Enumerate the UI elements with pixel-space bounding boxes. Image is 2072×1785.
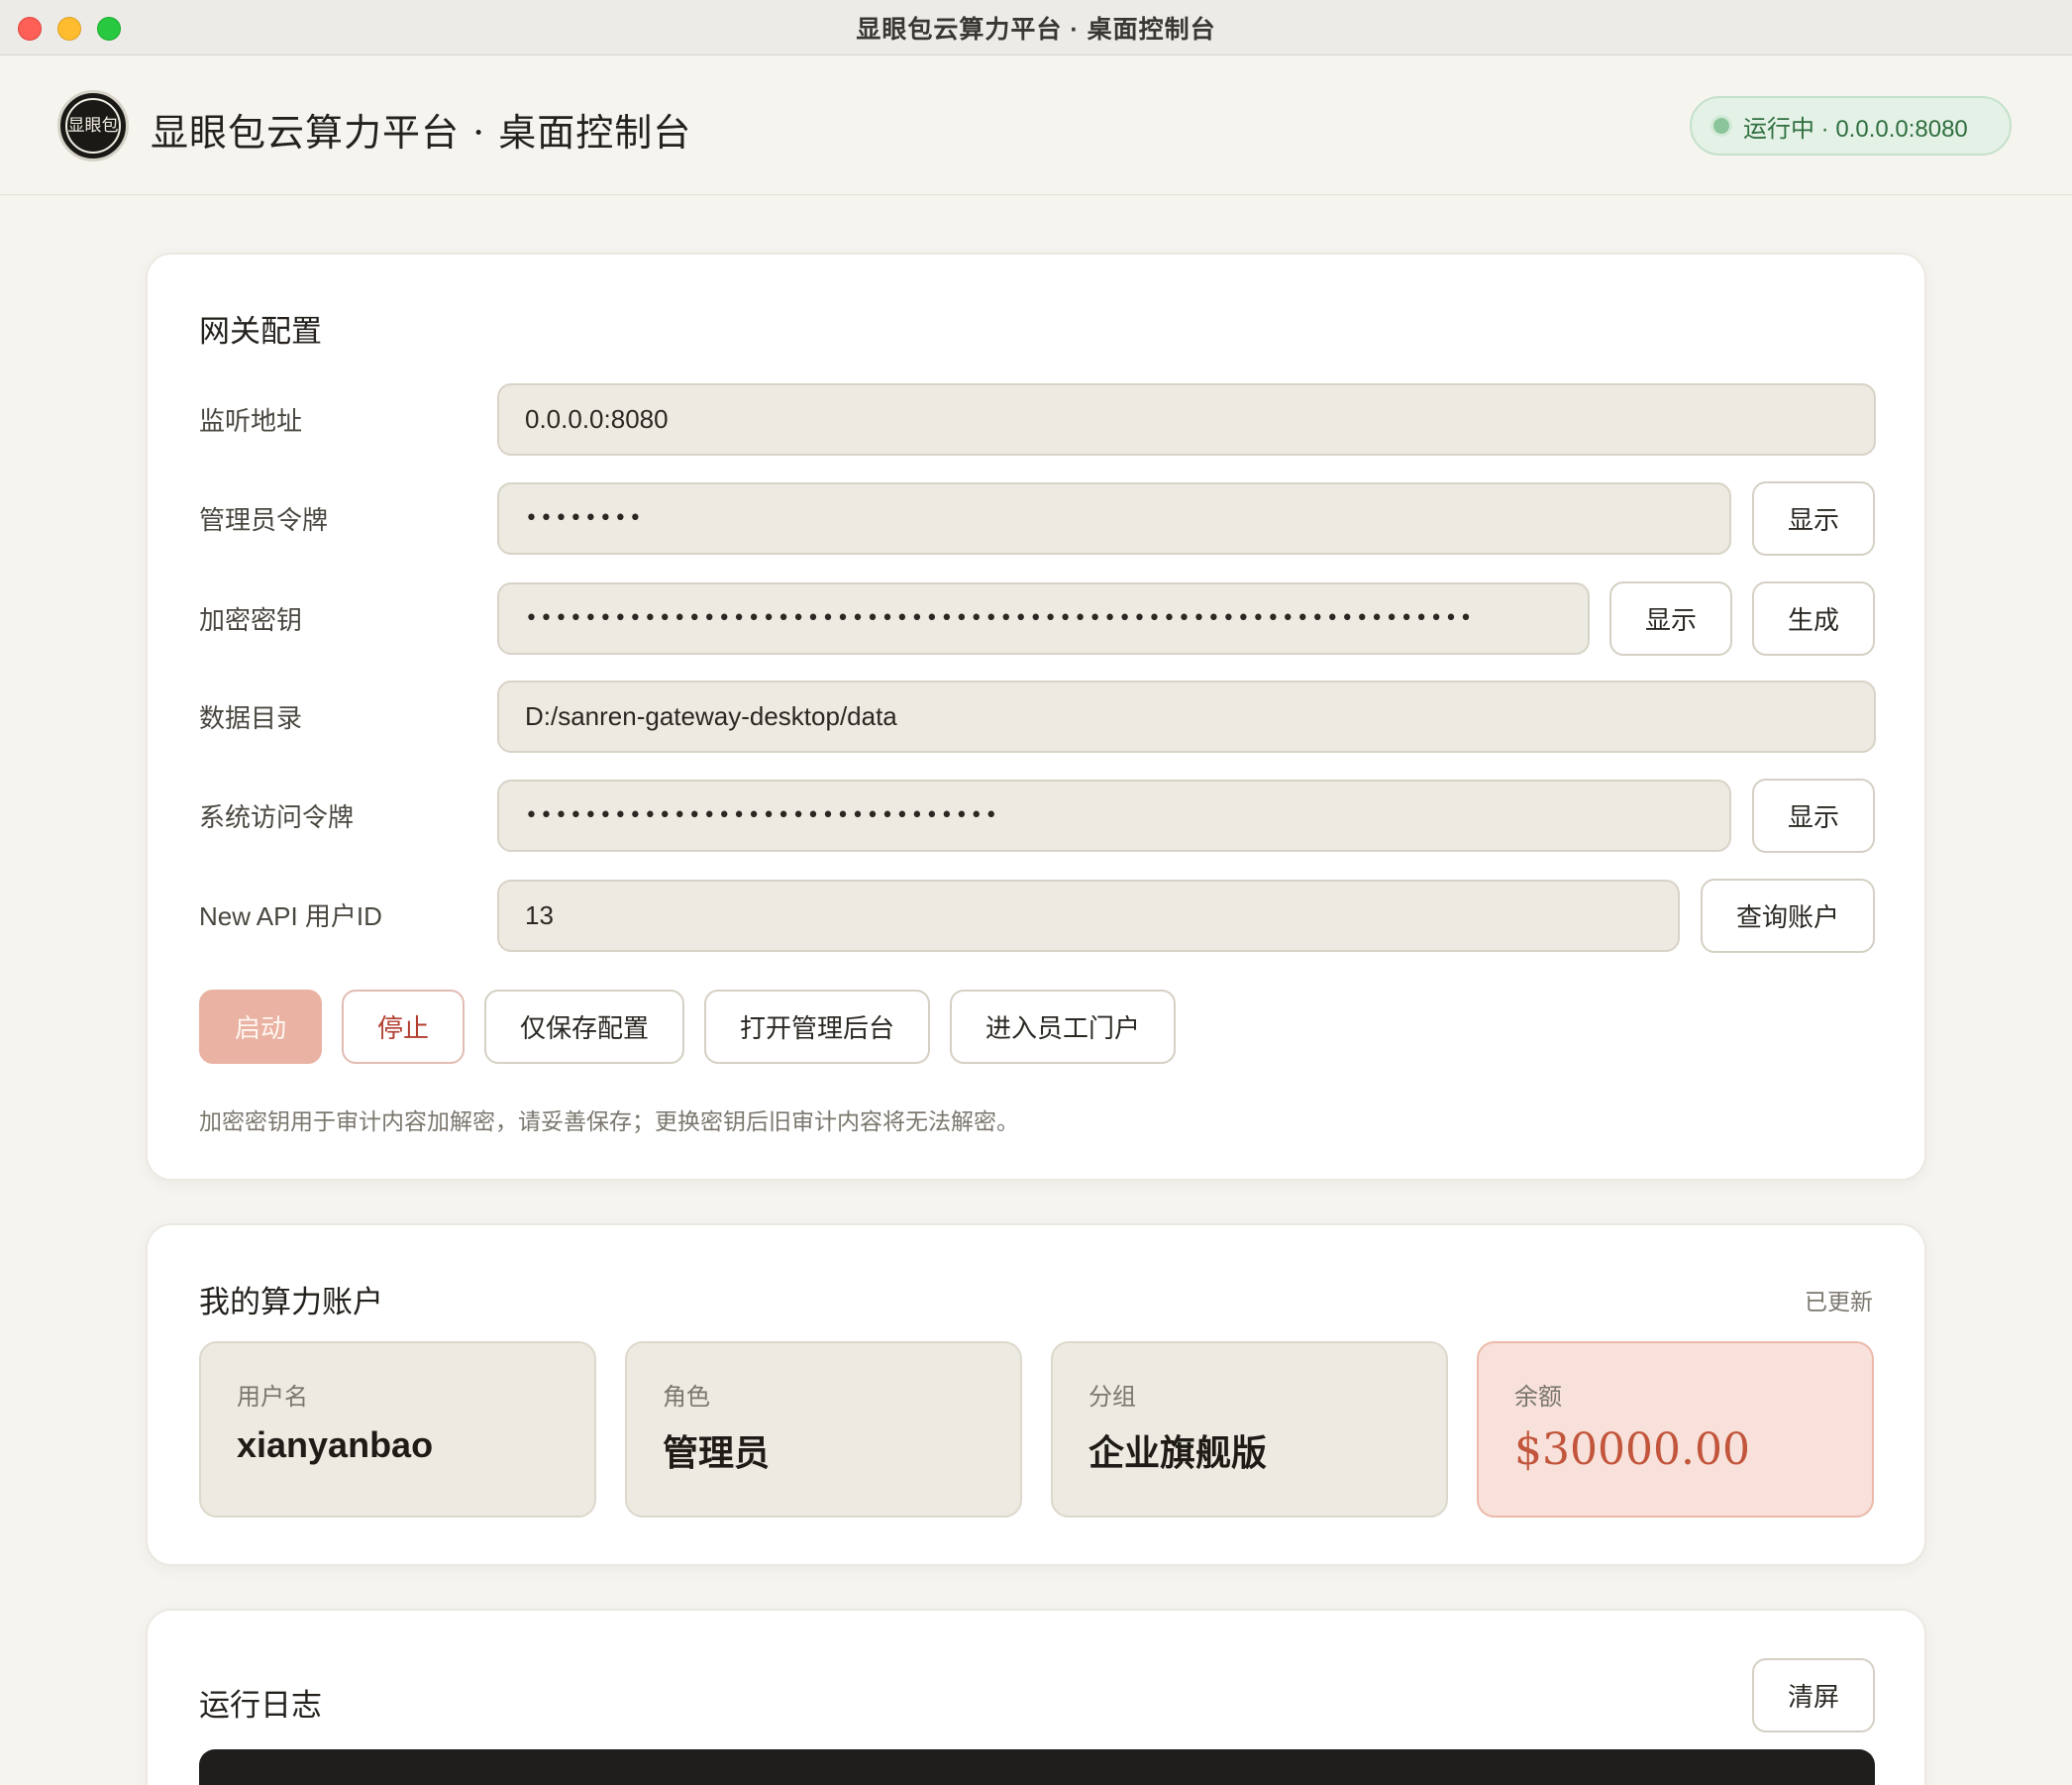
balance-value: $30000.00 — [1514, 1424, 1750, 1475]
group-value: 企业旗舰版 — [1088, 1432, 1268, 1473]
status-dot-icon — [1713, 118, 1729, 134]
user-id-input[interactable]: 13 — [497, 880, 1680, 952]
role-value: 管理员 — [663, 1432, 771, 1473]
status-text: 运行中 · 0.0.0.0:8080 — [1743, 115, 1968, 143]
admin-token-label: 管理员令牌 — [199, 505, 329, 535]
gateway-config-card: 网关配置 监听地址 0.0.0.0:8080 管理员令牌 •••••••• 显示… — [146, 253, 1926, 1181]
window-titlebar: 显眼包云算力平台 · 桌面控制台 — [0, 0, 2072, 55]
account-card: 我的算力账户 已更新 用户名 xianyanbao 角色 管理员 分组 企业旗舰… — [146, 1223, 1926, 1566]
admin-token-show-button[interactable]: 显示 — [1752, 481, 1875, 556]
app-title: 显眼包云算力平台 · 桌面控制台 — [151, 111, 692, 155]
logs-title: 运行日志 — [199, 1688, 322, 1724]
group-stat: 分组 企业旗舰版 — [1051, 1341, 1448, 1518]
start-button[interactable]: 启动 — [199, 990, 322, 1064]
log-console[interactable] — [199, 1749, 1875, 1785]
window-title: 显眼包云算力平台 · 桌面控制台 — [856, 15, 1216, 44]
account-updated-status: 已更新 — [1805, 1289, 1873, 1314]
role-stat: 角色 管理员 — [625, 1341, 1022, 1518]
system-token-label: 系统访问令牌 — [199, 802, 355, 832]
enter-portal-button[interactable]: 进入员工门户 — [950, 990, 1176, 1064]
clear-logs-button[interactable]: 清屏 — [1752, 1658, 1875, 1732]
stop-button[interactable]: 停止 — [342, 990, 465, 1064]
encrypt-key-generate-button[interactable]: 生成 — [1752, 581, 1875, 656]
system-token-input[interactable]: •••••••••••••••••••••••••••••••• — [497, 780, 1731, 852]
gateway-config-title: 网关配置 — [199, 314, 322, 350]
encrypt-key-input[interactable]: ••••••••••••••••••••••••••••••••••••••••… — [497, 582, 1590, 655]
balance-stat: 余额 $30000.00 — [1477, 1341, 1874, 1518]
group-label: 分组 — [1088, 1384, 1136, 1411]
app-window: 显眼包云算力平台 · 桌面控制台 显眼包 显眼包云算力平台 · 桌面控制台 运行… — [0, 0, 2072, 1785]
app-header: 显眼包 显眼包云算力平台 · 桌面控制台 运行中 · 0.0.0.0:8080 — [0, 56, 2072, 195]
data-dir-input[interactable]: D:/sanren-gateway-desktop/data — [497, 681, 1876, 753]
query-account-button[interactable]: 查询账户 — [1701, 879, 1875, 953]
logs-card: 运行日志 清屏 — [146, 1609, 1926, 1785]
role-label: 角色 — [663, 1384, 710, 1411]
user-id-label: New API 用户ID — [199, 901, 382, 931]
encrypt-key-show-button[interactable]: 显示 — [1609, 581, 1732, 656]
account-title: 我的算力账户 — [199, 1285, 383, 1320]
username-label: 用户名 — [237, 1384, 308, 1411]
system-token-show-button[interactable]: 显示 — [1752, 779, 1875, 853]
maximize-window-button[interactable] — [97, 17, 121, 41]
window-controls — [18, 17, 121, 41]
close-window-button[interactable] — [18, 17, 42, 41]
open-admin-button[interactable]: 打开管理后台 — [704, 990, 930, 1064]
username-stat: 用户名 xianyanbao — [199, 1341, 596, 1518]
admin-token-input[interactable]: •••••••• — [497, 482, 1731, 555]
listen-address-input[interactable]: 0.0.0.0:8080 — [497, 383, 1876, 456]
encrypt-key-hint: 加密密钥用于审计内容加解密，请妥善保存；更换密钥后旧审计内容将无法解密。 — [199, 1108, 1019, 1134]
minimize-window-button[interactable] — [57, 17, 81, 41]
encrypt-key-label: 加密密钥 — [199, 605, 303, 635]
balance-label: 余额 — [1514, 1384, 1562, 1411]
username-value: xianyanbao — [237, 1424, 434, 1465]
logo-seal: 显眼包 — [65, 98, 121, 154]
save-config-button[interactable]: 仅保存配置 — [484, 990, 684, 1064]
app-logo: 显眼包 — [57, 90, 129, 161]
data-dir-label: 数据目录 — [199, 703, 303, 733]
listen-address-label: 监听地址 — [199, 406, 303, 436]
status-badge: 运行中 · 0.0.0.0:8080 — [1690, 96, 2012, 156]
